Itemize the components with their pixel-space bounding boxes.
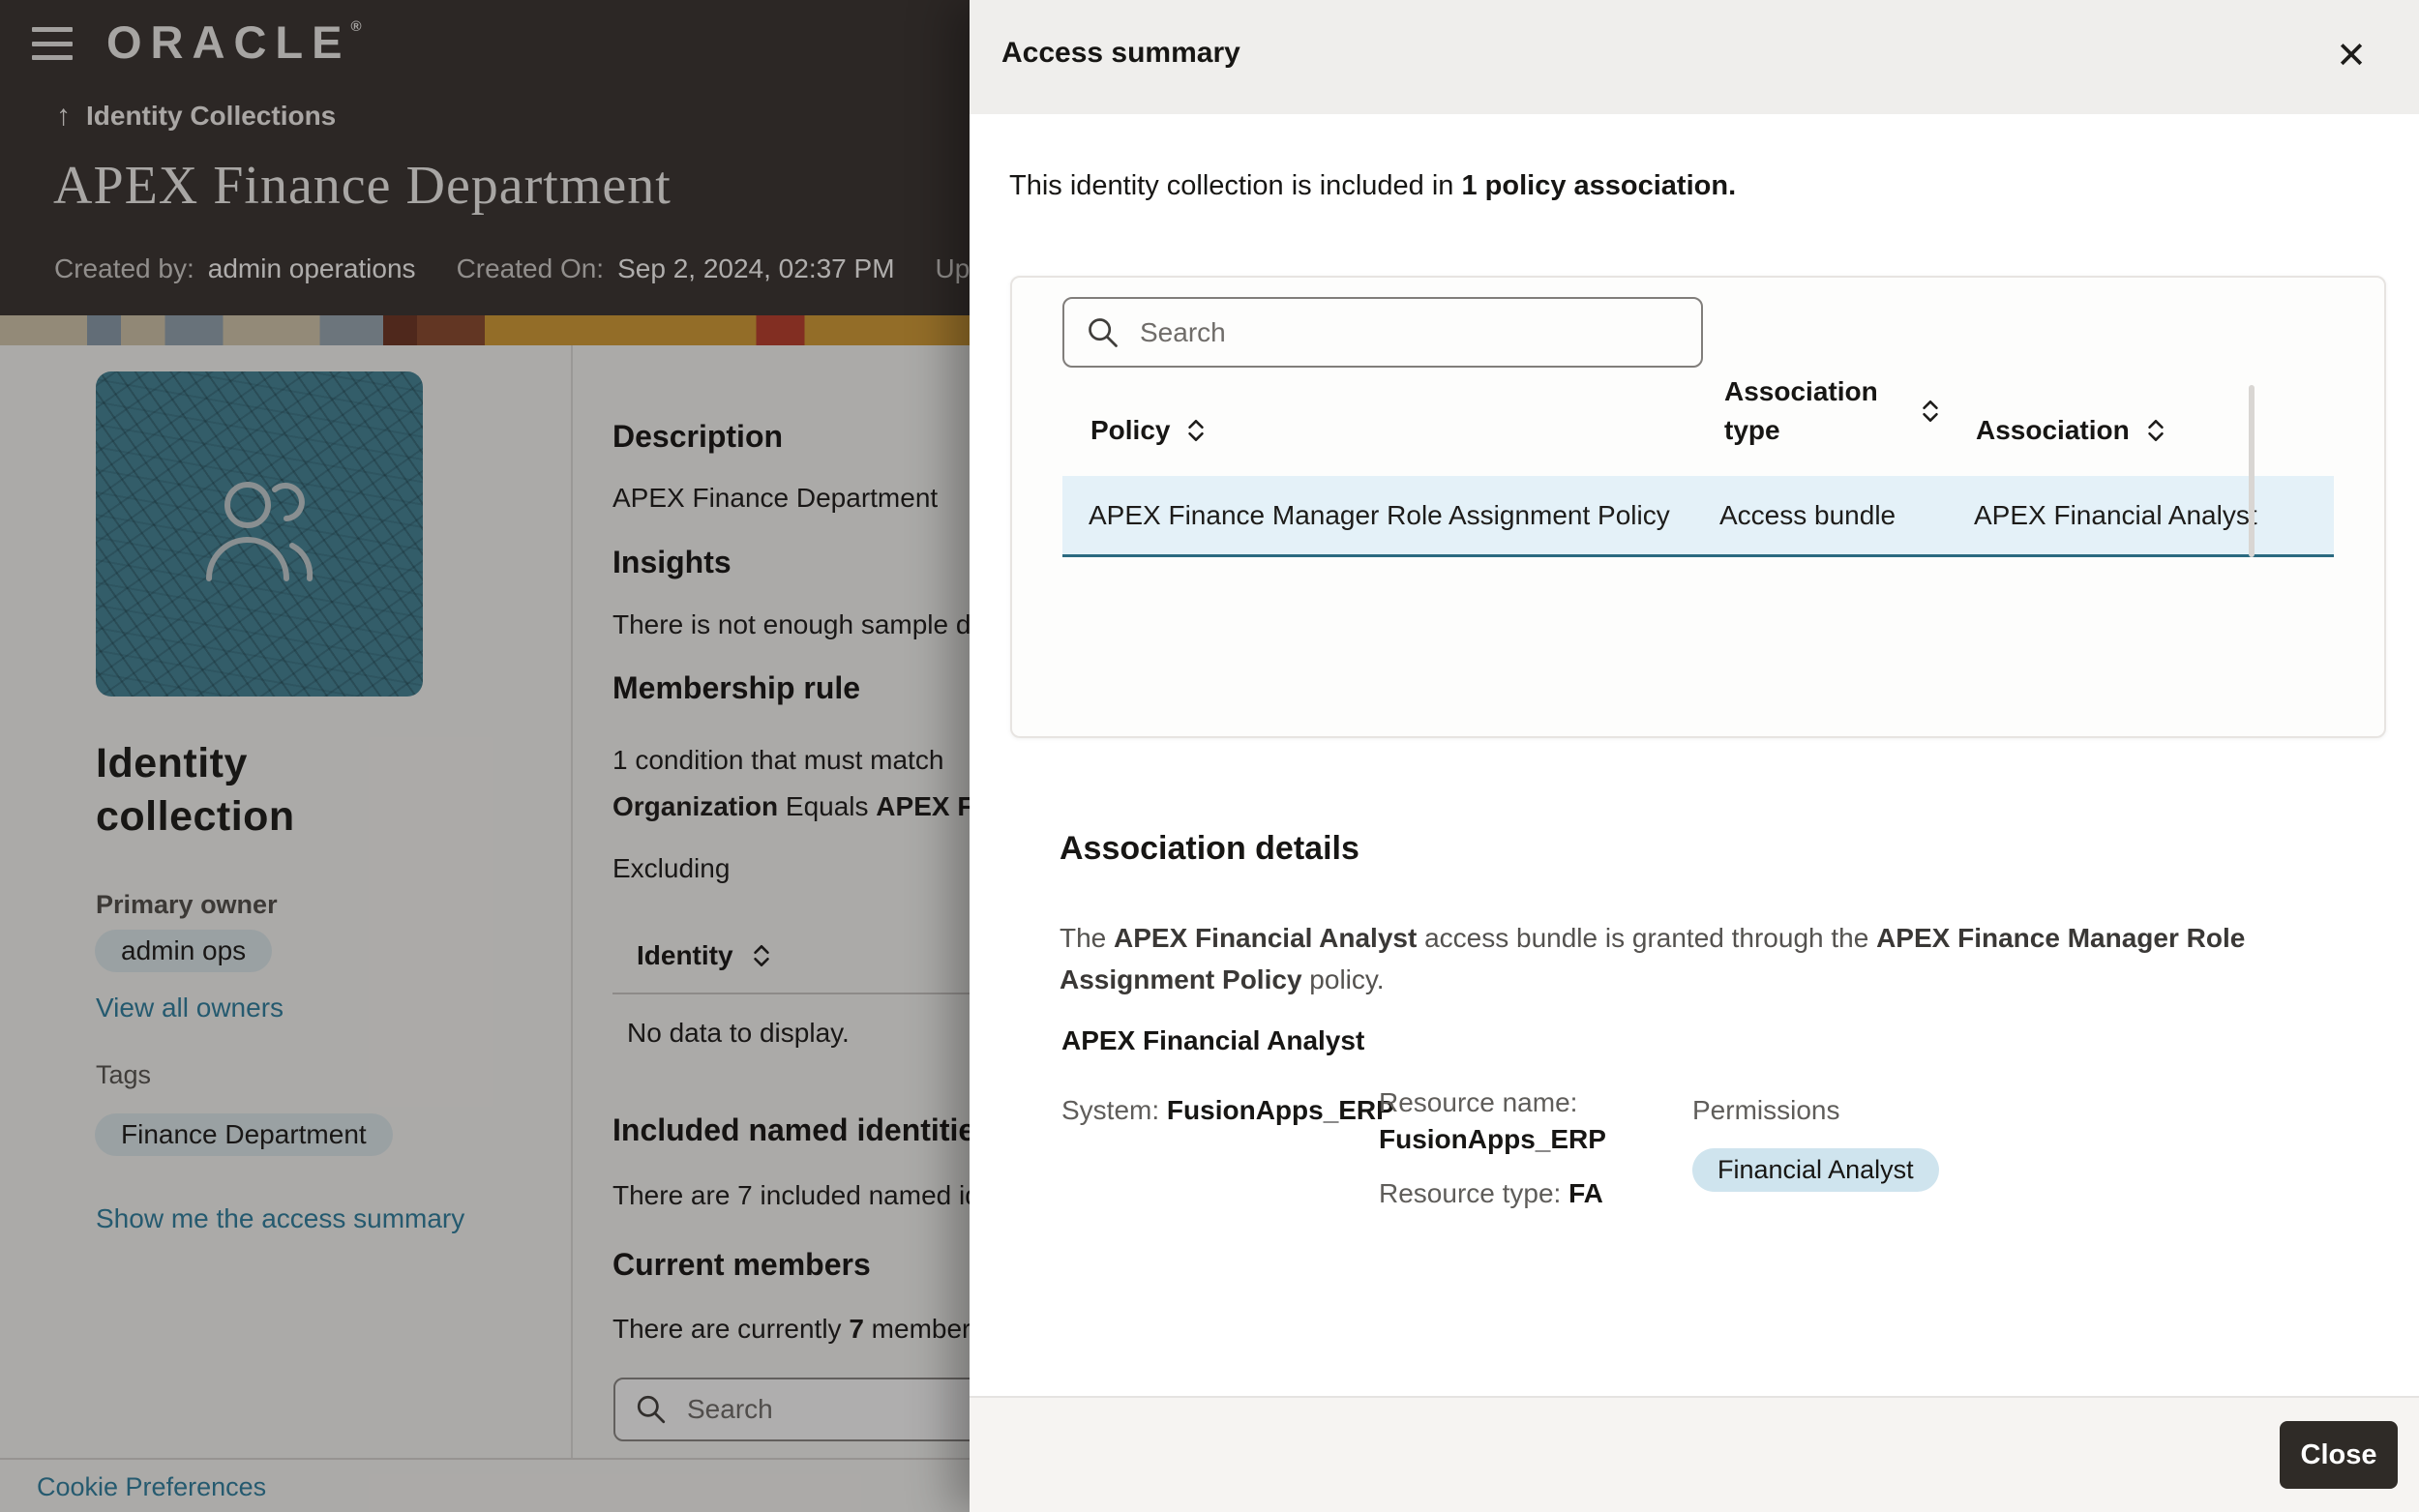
breadcrumb-label: Identity Collections [86,101,336,132]
primary-owner-label: Primary owner [96,890,278,920]
policy-search-input[interactable] [1138,316,1572,349]
policy-search [1062,297,1703,368]
search-icon [635,1393,668,1426]
close-icon[interactable]: ✕ [2320,25,2382,87]
people-icon [192,466,327,602]
cell-association: APEX Financial Analyst [1974,476,2260,554]
condition-text: 1 condition that must match [612,745,943,776]
created-on-value: Sep 2, 2024, 02:37 PM [617,253,894,284]
access-summary-panel: Access summary ✕ This identity collectio… [970,0,2419,1512]
background-page: ORACLE® ↑ Identity Collections APEX Fina… [0,0,970,1512]
policy-table-card: Policy Association type Association APEX… [1010,276,2386,738]
permissions-label: Permissions [1692,1095,1839,1126]
insights-heading: Insights [612,545,732,580]
identity-column-sort[interactable]: Identity [637,940,772,971]
table-divider [612,993,970,994]
panel-intro: This identity collection is included in … [1009,170,1736,202]
sort-icon [751,942,772,969]
description-text: APEX Finance Department [612,483,938,514]
cell-association-type: Access bundle [1719,476,1952,554]
membership-rule-heading: Membership rule [612,670,860,706]
footer-divider [0,1458,970,1460]
included-identities-heading: Included named identities [612,1112,970,1148]
column-header-association[interactable]: Association [1976,411,2166,450]
panel-header: Access summary ✕ [970,0,2419,114]
created-by-value: admin operations [208,253,416,284]
table-row[interactable]: APEX Finance Manager Role Assignment Pol… [1062,476,2334,557]
no-data-text: No data to display. [627,1018,850,1049]
sort-icon [2145,417,2166,444]
created-by-label: Created by: [54,253,194,284]
column-header-association-type[interactable]: Association type [1724,372,1941,450]
insights-text: There is not enough sample data [612,609,970,640]
up-arrow-icon: ↑ [56,102,71,131]
description-heading: Description [612,419,783,455]
bundle-name: APEX Financial Analyst [1061,1025,1364,1056]
record-meta: Created by: admin operations Created On:… [54,253,970,284]
owner-chip: admin ops [95,930,272,972]
sidebar-divider [571,345,573,1459]
identity-collection-avatar [96,371,423,697]
resource-type-field: Resource type: FA [1379,1178,1603,1209]
hamburger-menu-icon[interactable] [32,27,75,60]
page-header: ORACLE® ↑ Identity Collections APEX Fina… [0,0,970,315]
page-title: APEX Finance Department [53,155,672,217]
column-header-policy[interactable]: Policy [1090,411,1207,450]
access-summary-link[interactable]: Show me the access summary [96,1203,464,1234]
panel-footer: Close [970,1396,2419,1512]
updated-label: Updated [936,253,970,284]
included-identities-text: There are 7 included named identities [612,1180,970,1211]
resource-name-value: FusionApps_ERP [1379,1124,1606,1155]
membership-rule-text: Organization Equals APEX Finance [612,791,970,822]
tag-chip: Finance Department [95,1113,393,1156]
decorative-banner [0,315,970,345]
sidebar-heading: Identity collection [96,737,415,844]
sort-icon [1920,398,1941,425]
oracle-logo: ORACLE® [106,15,362,69]
current-members-text: There are currently 7 members [612,1314,970,1345]
table-scrollbar[interactable] [2249,385,2255,557]
members-search [613,1378,970,1441]
current-members-heading: Current members [612,1247,871,1283]
resource-name-label: Resource name: [1379,1087,1577,1118]
association-details-heading: Association details [1060,830,1359,868]
association-details-text: The APEX Financial Analyst access bundle… [1060,917,2346,1000]
screen: ORACLE® ↑ Identity Collections APEX Fina… [0,0,2419,1512]
cookie-preferences-link[interactable]: Cookie Preferences [37,1472,266,1502]
tags-label: Tags [96,1060,151,1090]
panel-title: Access summary [1001,37,1240,70]
cell-policy: APEX Finance Manager Role Assignment Pol… [1089,476,1698,554]
created-on-label: Created On: [457,253,605,284]
view-all-owners-link[interactable]: View all owners [96,993,284,1023]
system-field: System: FusionApps_ERP [1061,1095,1394,1126]
excluding-text: Excluding [612,853,730,884]
permission-chip: Financial Analyst [1692,1148,1939,1192]
identity-column-header: Identity [637,940,733,971]
close-button[interactable]: Close [2280,1421,2398,1489]
breadcrumb[interactable]: ↑ Identity Collections [56,101,336,132]
sort-icon [1185,417,1207,444]
search-icon [1086,315,1120,350]
members-search-input[interactable] [685,1393,957,1426]
